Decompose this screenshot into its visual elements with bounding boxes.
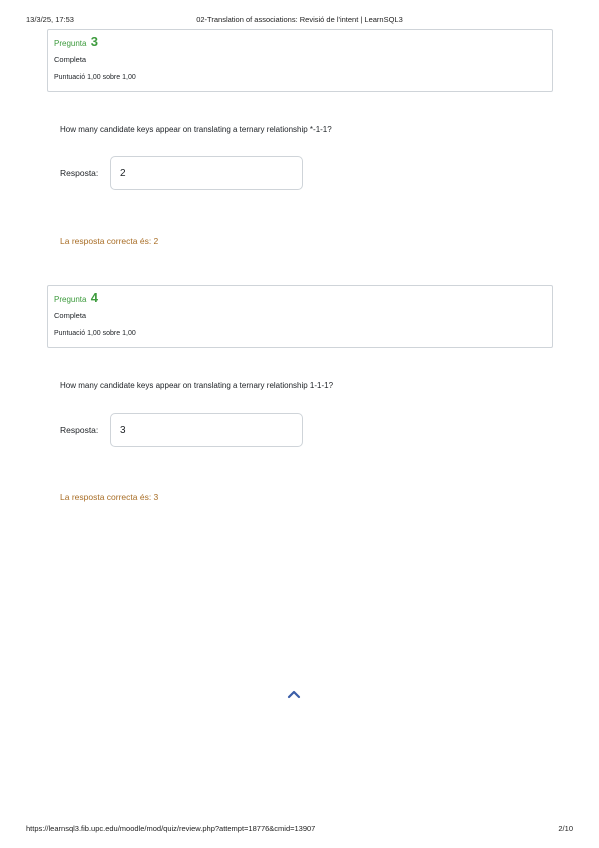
question-info-box: Pregunta 3 Completa Puntuació 1,00 sobre… [47, 29, 553, 92]
question-title: Pregunta 3 [54, 34, 98, 49]
answer-field[interactable]: 2 [110, 156, 303, 190]
question-info-box: Pregunta 4 Completa Puntuació 1,00 sobre… [47, 285, 553, 348]
answer-value: 3 [120, 425, 126, 436]
question-number: 3 [90, 34, 98, 49]
question-label: Pregunta [54, 39, 87, 48]
print-header: 13/3/25, 17:53 02-Translation of associa… [26, 15, 573, 27]
question-state: Completa [54, 55, 87, 64]
right-answer: La resposta correcta és: 2 [60, 236, 159, 246]
question-grade: Puntuació 1,00 sobre 1,00 [54, 330, 136, 337]
print-footer: https://learnsql3.fib.upc.edu/moodle/mod… [26, 824, 573, 836]
chevron-up-icon[interactable] [286, 688, 302, 700]
print-url: https://learnsql3.fib.upc.edu/moodle/mod… [26, 824, 316, 833]
question-text: How many candidate keys appear on transl… [60, 125, 332, 134]
page-number: 2/10 [558, 824, 573, 833]
question-grade: Puntuació 1,00 sobre 1,00 [54, 74, 136, 81]
answer-field[interactable]: 3 [110, 413, 303, 447]
question-number: 4 [90, 290, 98, 305]
question-text: How many candidate keys appear on transl… [60, 381, 334, 390]
print-page-title: 02-Translation of associations: Revisió … [196, 15, 403, 24]
question-label: Pregunta [54, 295, 87, 304]
question-state: Completa [54, 311, 87, 320]
question-title: Pregunta 4 [54, 290, 98, 305]
right-answer: La resposta correcta és: 3 [60, 492, 159, 502]
response-label: Resposta: [60, 168, 99, 178]
response-label: Resposta: [60, 425, 99, 435]
answer-value: 2 [120, 168, 126, 179]
